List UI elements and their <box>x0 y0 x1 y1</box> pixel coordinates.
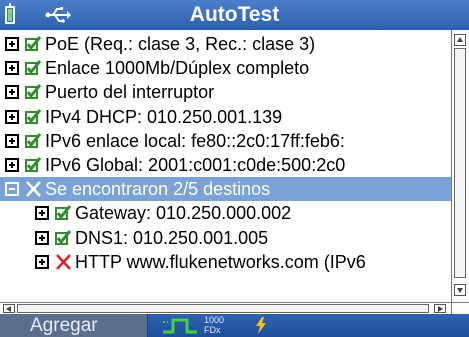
result-row[interactable]: Gateway: 010.250.000.002 <box>0 201 451 225</box>
bottom-bar: Agregar 1000 FDx <box>0 314 469 337</box>
expand-plus-icon[interactable] <box>35 255 49 269</box>
result-row[interactable]: Enlace 1000Mb/Dúplex completo <box>0 56 451 80</box>
scrollbar-corner <box>451 302 469 314</box>
result-row-label: IPv6 Global: 2001:c001:c0de:500:2c0 <box>45 155 346 175</box>
link-speed-value: 1000 <box>204 315 225 325</box>
result-row-label: Enlace 1000Mb/Dúplex completo <box>45 58 310 78</box>
expand-plus-icon[interactable] <box>5 37 19 51</box>
result-row[interactable]: Puerto del interruptor <box>0 80 451 104</box>
expand-plus-icon[interactable] <box>5 134 19 148</box>
result-row[interactable]: HTTP www.flukenetworks.com (IPv6 <box>0 250 451 274</box>
collapse-minus-icon[interactable] <box>5 182 19 196</box>
result-row[interactable]: IPv4 DHCP: 010.250.001.139 <box>0 105 451 129</box>
pass-check-icon <box>25 36 42 52</box>
pass-check-icon <box>25 157 42 173</box>
expand-plus-icon[interactable] <box>5 158 19 172</box>
result-row[interactable]: PoE (Req.: clase 3, Rec.: clase 3) <box>0 32 451 56</box>
result-row[interactable]: IPv6 enlace local: fe80::2c0:17ff:feb6: <box>0 129 451 153</box>
result-row[interactable]: IPv6 Global: 2001:c001:c0de:500:2c0 <box>0 153 451 177</box>
pass-check-icon <box>25 133 42 149</box>
window-title: AutoTest <box>189 3 280 26</box>
vertical-scrollbar[interactable] <box>451 30 469 302</box>
result-row-label: Gateway: 010.250.000.002 <box>75 203 292 223</box>
scroll-down-arrow-icon[interactable] <box>454 284 466 296</box>
lightning-bolt-icon <box>255 317 267 337</box>
link-duplex-value: FDx <box>204 325 221 335</box>
result-row-label: IPv6 enlace local: fe80::2c0:17ff:feb6: <box>45 131 345 151</box>
horizontal-scroll-thumb[interactable] <box>17 304 429 313</box>
autotest-result-list[interactable]: PoE (Req.: clase 3, Rec.: clase 3) Enlace… <box>0 30 451 302</box>
scroll-up-arrow-icon[interactable] <box>454 34 466 46</box>
result-row-label: IPv4 DHCP: 010.250.001.139 <box>45 107 283 127</box>
expand-plus-icon[interactable] <box>5 85 19 99</box>
fail-x-icon <box>55 254 72 270</box>
pass-check-icon <box>25 84 42 100</box>
result-row[interactable]: Se encontraron 2/5 destinos <box>0 177 451 201</box>
pass-check-icon <box>25 109 42 125</box>
title-bar: AutoTest <box>0 0 469 30</box>
result-row-label: HTTP www.flukenetworks.com (IPv6 <box>75 252 366 272</box>
expand-plus-icon[interactable] <box>5 61 19 75</box>
result-row-label: DNS1: 010.250.001.005 <box>75 228 269 248</box>
agregar-button[interactable]: Agregar <box>0 314 148 337</box>
link-speed-indicator: 1000 FDx <box>204 315 224 335</box>
pass-check-icon <box>25 60 42 76</box>
fail-x-icon <box>25 181 42 197</box>
scroll-left-arrow-icon[interactable] <box>3 304 15 313</box>
horizontal-scrollbar[interactable] <box>0 302 451 314</box>
result-row[interactable]: DNS1: 010.250.001.005 <box>0 226 451 250</box>
expand-plus-icon[interactable] <box>35 231 49 245</box>
result-row-label: Puerto del interruptor <box>45 82 215 102</box>
pass-check-icon <box>55 205 72 221</box>
pass-check-icon <box>55 230 72 246</box>
expand-plus-icon[interactable] <box>5 110 19 124</box>
autotest-screen: AutoTest PoE (Req.: clase 3, Rec.: clase… <box>0 0 469 337</box>
result-row-label: PoE (Req.: clase 3, Rec.: clase 3) <box>45 34 316 54</box>
link-pulse-icon[interactable] <box>163 318 201 337</box>
expand-plus-icon[interactable] <box>35 206 49 220</box>
vertical-scroll-thumb[interactable] <box>454 48 466 278</box>
result-row-label: Se encontraron 2/5 destinos <box>45 179 271 199</box>
scroll-right-arrow-icon[interactable] <box>434 304 446 313</box>
